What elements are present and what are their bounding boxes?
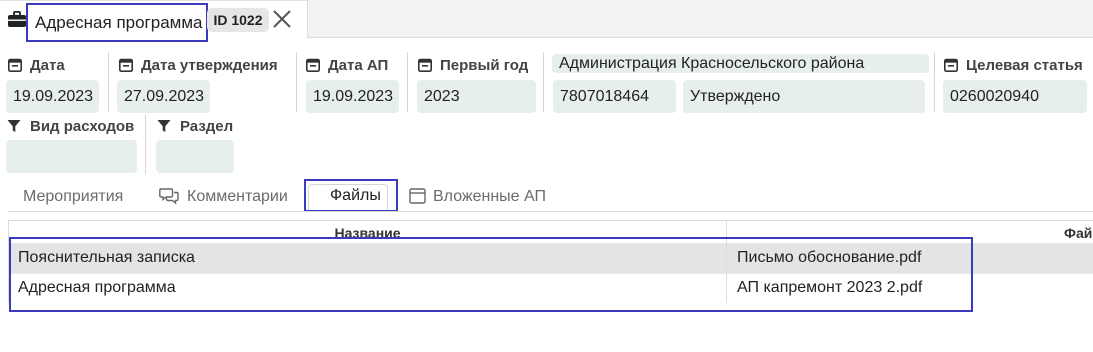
column-header-file[interactable]: Фай: [1064, 222, 1093, 240]
inn-field[interactable]: 7807018464: [553, 80, 676, 113]
status-field[interactable]: Утверждено: [683, 80, 925, 113]
approval-date-label: Дата утверждения: [119, 56, 278, 76]
date-label-text: Дата: [30, 57, 65, 74]
tab-title[interactable]: Адресная программа: [26, 3, 208, 42]
calendar-icon: [944, 58, 958, 72]
ap-date-label-text: Дата АП: [328, 57, 389, 74]
target-article-label: Целевая статья: [944, 56, 1083, 76]
approval-date-label-text: Дата утверждения: [141, 57, 278, 74]
expense-type-label: Вид расходов: [7, 117, 134, 137]
target-article-label-text: Целевая статья: [966, 57, 1083, 74]
field-divider: [407, 52, 408, 112]
date-label: Дата: [8, 56, 65, 76]
files-tab-highlight: [304, 179, 398, 212]
first-year-field[interactable]: 2023: [417, 80, 536, 113]
field-divider: [145, 115, 146, 174]
section-field[interactable]: [156, 140, 234, 173]
field-divider: [543, 52, 544, 112]
id-badge: ID 1022: [207, 8, 269, 32]
organization-name[interactable]: Администрация Красносельского района: [552, 54, 929, 73]
calendar-icon: [8, 58, 22, 72]
target-article-field[interactable]: 0260020940: [943, 80, 1087, 113]
filter-icon: [7, 120, 21, 132]
subtabs-underline: [8, 211, 1093, 212]
approval-date-field[interactable]: 27.09.2023: [117, 80, 210, 113]
calendar-icon: [119, 58, 133, 72]
field-divider: [934, 52, 935, 112]
date-field[interactable]: 19.09.2023: [6, 80, 99, 113]
close-icon[interactable]: [272, 9, 292, 29]
section-label-text: Раздел: [180, 118, 234, 135]
calendar-icon: [418, 58, 432, 72]
ap-date-label: Дата АП: [306, 56, 388, 76]
tab-events[interactable]: Мероприятия: [23, 186, 123, 208]
field-divider: [108, 52, 109, 112]
expense-type-label-text: Вид расходов: [30, 118, 135, 135]
expense-type-field[interactable]: [6, 140, 137, 173]
tab-comments[interactable]: Комментарии: [187, 186, 288, 208]
section-label: Раздел: [157, 117, 233, 137]
first-year-label: Первый год: [418, 56, 528, 76]
filter-icon: [157, 120, 171, 132]
first-year-label-text: Первый год: [440, 57, 529, 74]
calendar-icon: [306, 58, 320, 72]
briefcase-icon: [8, 11, 26, 27]
tab-nested-ap[interactable]: Вложенные АП: [433, 186, 546, 208]
rows-highlight: [9, 237, 973, 312]
window-icon[interactable]: [409, 188, 426, 204]
comments-icon[interactable]: [159, 187, 179, 205]
ap-date-field[interactable]: 19.09.2023: [306, 80, 399, 113]
field-divider: [296, 52, 297, 112]
